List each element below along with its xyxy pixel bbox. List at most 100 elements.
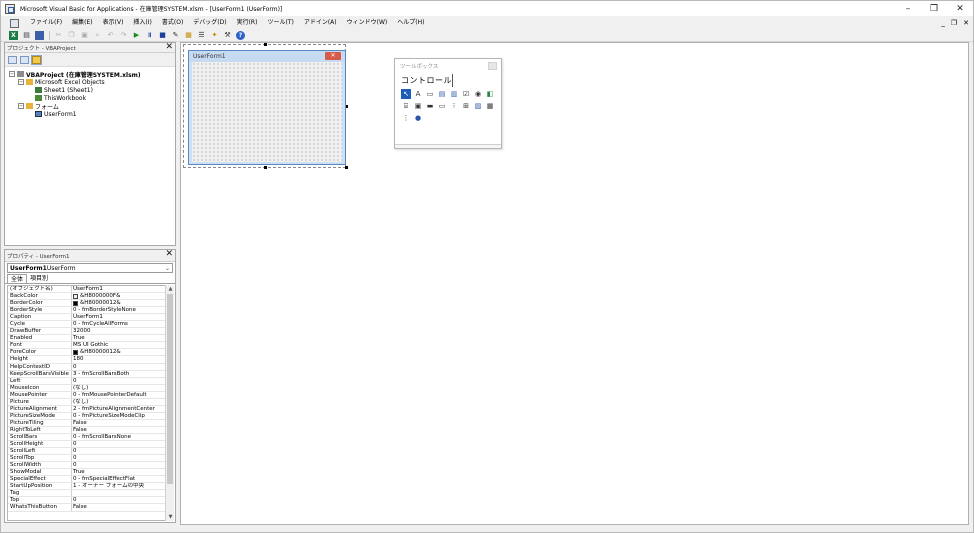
property-row[interactable]: SpecialEffect 0 - fmSpecialEffectFlat xyxy=(8,476,166,484)
close-button[interactable]: ✕ xyxy=(947,1,973,16)
property-value[interactable]: False xyxy=(72,420,166,426)
menu-tools[interactable]: ツール(T) xyxy=(262,16,298,30)
tab-alphabetic[interactable]: 全体 xyxy=(7,274,28,283)
property-value[interactable]: 180 xyxy=(72,356,166,362)
property-row[interactable]: PictureAlignment 2 - fmPictureAlignmentCe… xyxy=(8,405,166,413)
undo-icon[interactable]: ↶ xyxy=(106,31,115,40)
menu-file[interactable]: ファイル(F) xyxy=(25,16,67,30)
label-icon[interactable]: A xyxy=(413,89,423,99)
image-icon[interactable]: ▨ xyxy=(473,101,483,111)
collapse-icon[interactable]: − xyxy=(18,103,24,109)
menu-edit[interactable]: 編集(E) xyxy=(67,16,97,30)
property-value[interactable]: UserForm1 xyxy=(72,314,166,320)
property-value[interactable]: True xyxy=(72,469,166,475)
property-row[interactable]: BorderColor &H80000012& xyxy=(8,300,166,308)
togglebutton-icon[interactable]: ◧ xyxy=(485,89,495,99)
property-value[interactable]: 0 - fmPictureSizeModeClip xyxy=(72,413,166,419)
object-selector-dropdown[interactable]: UserForm1 UserForm ⌄ xyxy=(7,263,173,273)
property-row[interactable]: DrawBuffer 32000 xyxy=(8,328,166,336)
optionbutton-icon[interactable]: ◉ xyxy=(473,89,483,99)
copy-icon[interactable]: ❐ xyxy=(67,31,76,40)
scroll-thumb[interactable] xyxy=(167,294,173,484)
find-icon[interactable]: ⌕ xyxy=(93,31,102,40)
menu-window[interactable]: ウィンドウ(W) xyxy=(342,16,393,30)
scrollbar-icon[interactable]: ⁝ xyxy=(449,101,459,111)
property-value[interactable]: (なし) xyxy=(72,385,166,391)
web-browser-icon[interactable]: ● xyxy=(413,113,423,123)
project-explorer-icon[interactable]: ▦ xyxy=(184,31,193,40)
refedit-icon[interactable]: ▦ xyxy=(485,101,495,111)
property-row[interactable]: ShowModal True xyxy=(8,469,166,477)
property-row[interactable]: ScrollWidth 0 xyxy=(8,462,166,470)
properties-window-icon[interactable]: ☰ xyxy=(197,31,206,40)
view-code-icon[interactable] xyxy=(8,55,17,64)
resize-handle[interactable] xyxy=(345,166,348,169)
toolbox-tab-controls[interactable]: コントロール xyxy=(401,74,453,87)
property-value[interactable]: 2 - fmPictureAlignmentCenter xyxy=(72,406,166,412)
collapse-icon[interactable]: − xyxy=(18,79,24,85)
property-value[interactable]: 0 xyxy=(72,364,166,370)
menu-addins[interactable]: アドイン(A) xyxy=(299,16,342,30)
property-row[interactable]: (オブジェクト名) UserForm1 xyxy=(8,286,166,294)
menu-view[interactable]: 表示(V) xyxy=(98,16,129,30)
property-value[interactable]: 0 xyxy=(72,441,166,447)
property-row[interactable]: Font MS UI Gothic xyxy=(8,342,166,350)
property-row[interactable]: ScrollLeft 0 xyxy=(8,448,166,456)
userform-client-grid[interactable] xyxy=(192,62,342,162)
property-row[interactable]: Left 0 xyxy=(8,377,166,385)
mdi-restore-button[interactable]: ❐ xyxy=(951,19,957,27)
menu-run[interactable]: 実行(R) xyxy=(232,16,263,30)
mdi-close-button[interactable]: ✕ xyxy=(963,19,969,27)
listbox-icon[interactable]: ▥ xyxy=(449,89,459,99)
menu-debug[interactable]: デバッグ(D) xyxy=(188,16,231,30)
property-row[interactable]: PictureSizeMode 0 - fmPictureSizeModeClip xyxy=(8,412,166,420)
property-row[interactable]: ForeColor &H80000012& xyxy=(8,349,166,357)
select-objects-icon[interactable]: ↖ xyxy=(401,89,411,99)
property-row[interactable]: MouseIcon (なし) xyxy=(8,384,166,392)
property-value[interactable]: 0 - fmCycleAllForms xyxy=(72,321,166,327)
property-value[interactable]: 0 - fmSpecialEffectFlat xyxy=(72,476,166,482)
scroll-up-icon[interactable]: ▲ xyxy=(166,285,175,293)
property-value[interactable]: 0 - fmScrollBarsNone xyxy=(72,434,166,440)
restore-button[interactable]: ❐ xyxy=(921,1,947,16)
menu-help[interactable]: ヘルプ(H) xyxy=(392,16,429,30)
reset-icon[interactable]: ■ xyxy=(158,31,167,40)
document-icon[interactable] xyxy=(10,18,19,28)
menu-insert[interactable]: 挿入(I) xyxy=(128,16,156,30)
property-value[interactable]: 3 - fmScrollBarsBoth xyxy=(72,371,166,377)
resize-handle[interactable] xyxy=(264,166,267,169)
toolbox-close-button[interactable] xyxy=(488,62,497,70)
menu-format[interactable]: 書式(O) xyxy=(157,16,188,30)
property-value[interactable]: &H8000000F& xyxy=(72,293,166,299)
property-value[interactable]: 0 - fmBorderStyleNone xyxy=(72,307,166,313)
combobox-icon[interactable]: ▤ xyxy=(437,89,447,99)
property-value[interactable]: &H80000012& xyxy=(72,300,166,306)
object-browser-icon[interactable]: ✦ xyxy=(210,31,219,40)
checkbox-icon[interactable]: ☑ xyxy=(461,89,471,99)
toolbox-icon[interactable]: ⚒ xyxy=(223,31,232,40)
properties-panel-close-button[interactable]: ✕ xyxy=(165,249,173,259)
multipage-icon[interactable]: ▭ xyxy=(437,101,447,111)
property-value[interactable]: 0 xyxy=(72,448,166,454)
property-value[interactable]: 0 xyxy=(72,462,166,468)
property-value[interactable]: True xyxy=(72,335,166,341)
chevron-down-icon[interactable]: ⌄ xyxy=(165,265,170,272)
tree-item-forms[interactable]: − フォーム xyxy=(5,102,175,111)
property-row[interactable]: StartUpPosition 1 - オーナー フォームの中央 xyxy=(8,483,166,491)
property-row[interactable]: HelpContextID 0 xyxy=(8,363,166,371)
tree-item-excel-objects[interactable]: − Microsoft Excel Objects xyxy=(5,78,175,86)
tree-item-sheet1[interactable]: Sheet1 (Sheet1) xyxy=(5,86,175,94)
run-icon[interactable]: ▶ xyxy=(132,31,141,40)
properties-scrollbar[interactable]: ▲ ▼ xyxy=(165,285,174,521)
design-mode-icon[interactable]: ✎ xyxy=(171,31,180,40)
treeview-icon[interactable]: ⋮ xyxy=(401,113,411,123)
tabstrip-icon[interactable]: ▬ xyxy=(425,101,435,111)
tree-item-vbaproject[interactable]: − VBAProject (在庫管理SYSTEM.xlsm) xyxy=(5,70,175,79)
redo-icon[interactable]: ↷ xyxy=(119,31,128,40)
frame-icon[interactable]: ⌸ xyxy=(401,101,411,111)
property-row[interactable]: Height 180 xyxy=(8,356,166,364)
property-value[interactable]: &H80000012& xyxy=(72,349,166,355)
property-row[interactable]: PictureTiling False xyxy=(8,419,166,427)
property-value[interactable]: 0 xyxy=(72,497,166,503)
property-row[interactable]: WhatsThisButton False xyxy=(8,504,166,512)
